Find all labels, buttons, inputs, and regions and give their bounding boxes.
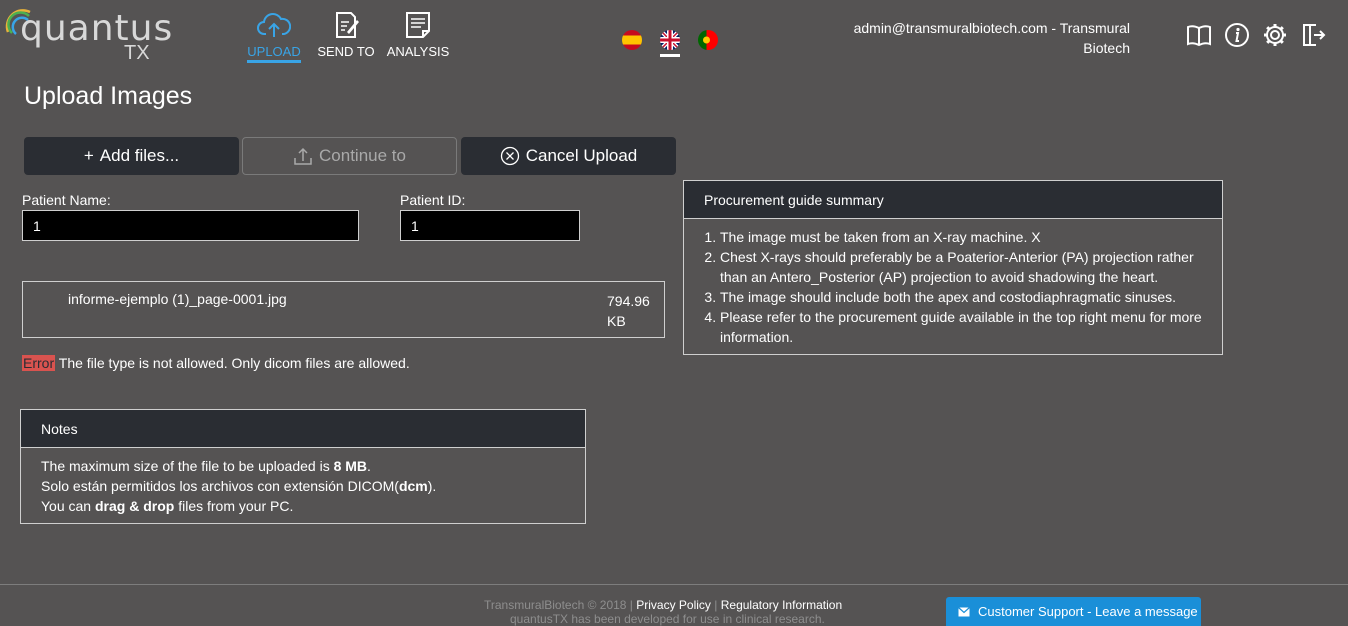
add-files-button[interactable]: + Add files...: [24, 137, 239, 175]
list-item: Please refer to the procurement guide av…: [720, 307, 1214, 347]
nav-send-to[interactable]: SEND TO: [310, 10, 382, 59]
footer-copyright: TransmuralBiotech © 2018 |: [484, 598, 637, 612]
quantus-logo[interactable]: quantus TX: [4, 4, 172, 64]
plus-icon: +: [83, 146, 94, 165]
patient-id-label: Patient ID:: [400, 192, 466, 208]
logo-subtext: TX: [124, 42, 150, 64]
user-info: admin@transmuralbiotech.com - Transmural…: [853, 20, 1130, 56]
nav-analysis-label: ANALYSIS: [386, 44, 450, 59]
info-icon[interactable]: [1224, 22, 1250, 48]
document-lines-icon: [406, 12, 430, 38]
spanish-flag-icon[interactable]: [622, 30, 642, 50]
document-edit-icon: [336, 12, 359, 38]
procurement-guide-list: The image must be taken from an X-ray ma…: [684, 227, 1214, 347]
file-list-item: informe-ejemplo (1)_page-0001.jpg 794.96…: [22, 281, 665, 338]
notes-title: Notes: [21, 410, 585, 448]
procurement-guide-panel: Procurement guide summary The image must…: [683, 180, 1223, 355]
continue-to-label: Continue to: [319, 146, 406, 165]
file-size: 794.96 KB: [607, 293, 650, 329]
language-selector: [622, 30, 718, 50]
customer-support-button[interactable]: Customer Support - Leave a message: [946, 597, 1201, 626]
cancel-upload-button[interactable]: Cancel Upload: [461, 137, 676, 175]
selected-language-underline: [660, 54, 680, 57]
note-line: You can drag & drop files from your PC.: [41, 498, 294, 514]
english-flag-icon[interactable]: [660, 30, 680, 50]
file-name: informe-ejemplo (1)_page-0001.jpg: [68, 291, 287, 307]
add-files-label: Add files...: [99, 146, 180, 165]
nav-upload-label: UPLOAD: [247, 44, 301, 63]
main-nav: UPLOAD SEND TO ANALYSIS: [238, 10, 454, 63]
note-line: Solo están permitidos los archivos con e…: [41, 478, 437, 494]
gear-icon[interactable]: [1262, 22, 1288, 48]
procurement-guide-title: Procurement guide summary: [684, 181, 1222, 219]
cancel-circle-icon: [500, 146, 519, 166]
header-tools: [1186, 22, 1326, 48]
regulatory-information-link[interactable]: Regulatory Information: [721, 598, 842, 612]
notes-panel: Notes The maximum size of the file to be…: [20, 409, 586, 524]
footer-links: TransmuralBiotech © 2018 | Privacy Polic…: [484, 598, 843, 612]
logout-icon[interactable]: [1300, 22, 1326, 48]
nav-analysis[interactable]: ANALYSIS: [382, 10, 454, 59]
list-item: The image should include both the apex a…: [720, 287, 1214, 307]
list-item: Chest X-rays should preferably be a Poat…: [720, 247, 1214, 287]
nav-upload[interactable]: UPLOAD: [238, 10, 310, 63]
cloud-upload-icon: [257, 13, 291, 37]
patient-id-input[interactable]: [400, 210, 580, 241]
note-line: The maximum size of the file to be uploa…: [41, 458, 371, 474]
portuguese-flag-icon[interactable]: [698, 30, 718, 50]
error-badge: Error: [22, 355, 56, 371]
cancel-upload-label: Cancel Upload: [525, 146, 638, 165]
error-text: The file type is not allowed. Only dicom…: [55, 355, 410, 371]
patient-name-input[interactable]: [22, 210, 359, 241]
list-item: The image must be taken from an X-ray ma…: [720, 227, 1214, 247]
privacy-policy-link[interactable]: Privacy Policy: [636, 598, 711, 612]
patient-name-label: Patient Name:: [22, 192, 111, 208]
book-icon[interactable]: [1186, 22, 1212, 48]
customer-support-label: Customer Support - Leave a message: [978, 604, 1198, 619]
page-title: Upload Images: [24, 82, 193, 110]
footer-disclaimer: quantusTX has been developed for use in …: [510, 612, 825, 626]
footer-divider: [0, 584, 1348, 585]
continue-to-button[interactable]: Continue to: [242, 137, 457, 175]
error-message: Error The file type is not allowed. Only…: [22, 355, 410, 371]
upload-icon: [294, 147, 312, 165]
logo-text: quantus: [20, 8, 174, 49]
nav-send-to-label: SEND TO: [317, 44, 375, 59]
envelope-icon: [958, 606, 970, 616]
